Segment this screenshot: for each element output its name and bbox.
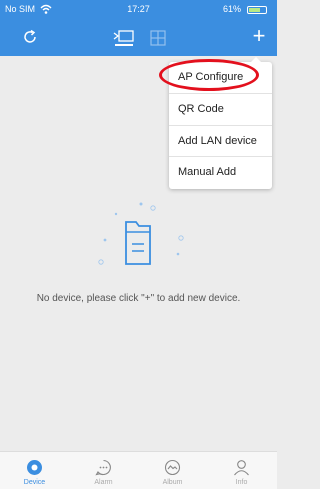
tab-album-label: Album (162, 479, 183, 486)
add-device-button[interactable]: + (250, 24, 268, 48)
tab-alarm[interactable]: Alarm (69, 452, 138, 489)
info-icon (234, 460, 249, 476)
tab-info-label: Info (235, 479, 248, 486)
tab-bar: Device Alarm Album Info (0, 451, 277, 489)
tab-device[interactable]: Device (0, 452, 69, 489)
empty-state-message: No device, please click "+" to add new d… (36, 293, 241, 304)
highlight-annotation (159, 59, 259, 91)
nav-bar: + (0, 20, 277, 56)
status-bar: No SIM 17:27 61% (0, 0, 277, 20)
device-icon (27, 460, 42, 475)
device-list-view-icon[interactable] (112, 29, 136, 47)
tab-alarm-label: Alarm (94, 479, 113, 486)
menu-item-manual-add[interactable]: Manual Add (169, 157, 272, 189)
empty-folder-illustration (98, 202, 184, 265)
tab-info[interactable]: Info (207, 452, 276, 489)
album-icon (164, 459, 181, 476)
menu-item-qr-code[interactable]: QR Code (169, 94, 272, 126)
refresh-icon[interactable] (22, 29, 38, 45)
tab-album[interactable]: Album (138, 452, 207, 489)
battery-percent: 61% (222, 4, 241, 14)
menu-item-add-lan-device[interactable]: Add LAN device (169, 126, 272, 158)
tab-device-label: Device (23, 479, 46, 486)
grid-view-icon[interactable] (150, 30, 166, 46)
battery-icon (247, 6, 267, 14)
alarm-icon (95, 459, 111, 476)
